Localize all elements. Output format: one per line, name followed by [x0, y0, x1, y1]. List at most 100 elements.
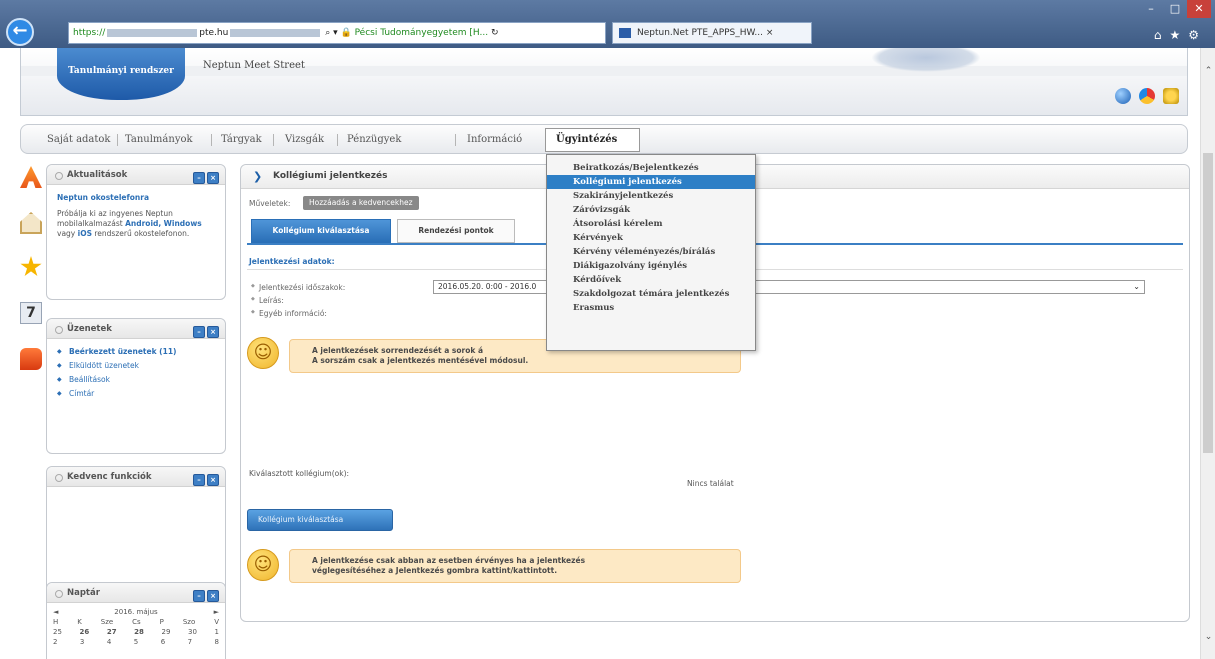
dropdown-item-requests[interactable]: Kérvények	[547, 231, 755, 245]
calendar-day[interactable]: 3	[80, 637, 84, 647]
browser-icons: ⌂★⚙	[1154, 28, 1207, 42]
dropdown-item-registration[interactable]: Beiratkozás/Bejelentkezés	[547, 161, 755, 175]
globe-icon[interactable]	[1115, 88, 1131, 104]
calendar-box-title: Naptár – ×	[47, 583, 225, 603]
calendar-day[interactable]: 5	[134, 637, 138, 647]
weekday: Szo	[182, 618, 196, 626]
calendar-day[interactable]: 8	[215, 637, 219, 647]
directory-link[interactable]: Címtár	[57, 389, 215, 399]
font-size-icon[interactable]	[20, 166, 42, 188]
calendar-day[interactable]: 1	[214, 627, 218, 637]
page-scrollbar[interactable]: ⌃ ⌄	[1200, 48, 1215, 659]
minimize-box-icon[interactable]: –	[193, 590, 205, 602]
chat-bubble-icon[interactable]	[20, 348, 42, 370]
notice-sorting-line2: A sorszám csak a jelentkezés mentésével …	[312, 356, 529, 365]
section-title: Jelentkezési adatok:	[249, 257, 335, 266]
select-dormitory-button[interactable]: Kollégium kiválasztása	[247, 509, 393, 531]
menu-item-subjects[interactable]: Tárgyak	[221, 134, 262, 145]
menu-item-finances[interactable]: Pénzügyek	[347, 134, 401, 145]
calendar-day[interactable]: 25	[53, 627, 62, 637]
messages-box-title: Üzenetek – ×	[47, 319, 225, 339]
warning-icon[interactable]	[1163, 88, 1179, 104]
weekday: P	[159, 618, 164, 626]
calendar-day[interactable]: 30	[188, 627, 197, 637]
period-select[interactable]: 2016.05.20. 0:00 - 2016.0 ⌄	[433, 280, 1145, 294]
calendar-prev-icon[interactable]: ◄	[53, 607, 58, 617]
menu-separator	[337, 134, 338, 146]
favorites-star-icon[interactable]	[20, 256, 42, 277]
menu-item-information[interactable]: Információ	[467, 134, 522, 145]
scrollbar-thumb[interactable]	[1203, 153, 1213, 453]
chevron-down-icon: ⌄	[1133, 282, 1140, 291]
calendar-day[interactable]: 7	[188, 637, 192, 647]
news-text-3: rendszerű okostelefonon.	[94, 229, 190, 238]
home-icon[interactable]: ⌂	[1154, 28, 1170, 42]
calendar-day[interactable]: 4	[107, 637, 111, 647]
inbox-link[interactable]: Beérkezett üzenetek (11)	[57, 347, 215, 357]
home-icon[interactable]	[20, 212, 42, 234]
close-box-icon[interactable]: ×	[207, 326, 219, 338]
window-controls: – □ ✕	[1139, 0, 1215, 20]
dropdown-item-erasmus[interactable]: Erasmus	[547, 301, 755, 315]
dropdown-item-request-review[interactable]: Kérvény véleményezés/bírálás	[547, 245, 755, 259]
address-bar[interactable]: https:// pte.hu ⌕ ▾ 🔒 Pécsi Tudományegyet…	[68, 22, 606, 44]
calendar-grid: ◄ 2016. május ► H K Sze Cs P Szo V 25 26 27 28 29 3…	[47, 603, 225, 647]
tab-close-icon[interactable]: ×	[766, 28, 774, 38]
favorites-box-title: Kedvenc funkciók – ×	[47, 467, 225, 487]
minimize-icon[interactable]: –	[1139, 0, 1163, 18]
address-blurred	[107, 28, 198, 37]
calendar-title-text: Naptár	[67, 588, 100, 598]
dropdown-item-dormitory-application[interactable]: Kollégiumi jelentkezés	[547, 175, 755, 189]
calendar-weekdays: H K Sze Cs P Szo V	[47, 617, 225, 627]
refresh-icon[interactable]: ↻	[491, 28, 499, 38]
calendar-icon[interactable]: 7	[20, 302, 42, 324]
tab-dormitory-select[interactable]: Kollégium kiválasztása	[251, 219, 391, 243]
calendar-day[interactable]: 6	[161, 637, 165, 647]
browser-tab[interactable]: Neptun.Net PTE_APPS_HW... ×	[612, 22, 812, 44]
close-box-icon[interactable]: ×	[207, 590, 219, 602]
dropdown-item-final-exams[interactable]: Záróvizsgák	[547, 203, 755, 217]
dropdown-item-specialization[interactable]: Szakirányjelentkezés	[547, 189, 755, 203]
smiley-icon: ☺	[247, 337, 279, 369]
star-icon[interactable]: ★	[1169, 28, 1188, 42]
maximize-icon[interactable]: □	[1163, 0, 1187, 18]
close-icon[interactable]: ✕	[1187, 0, 1211, 18]
menu-item-administration[interactable]: Ügyintézés	[545, 128, 640, 152]
calendar-day[interactable]: 29	[161, 627, 170, 637]
notice-validity-line2: véglegesítéséhez a Jelentkezés gombra ka…	[312, 566, 558, 575]
messages-box: Üzenetek –× Beérkezett üzenetek (11) Elk…	[46, 318, 226, 454]
news-headline[interactable]: Neptun okostelefonra	[57, 193, 215, 203]
settings-link[interactable]: Beállítások	[57, 375, 215, 385]
dropdown-item-student-card[interactable]: Diákigazolvány igénylés	[547, 259, 755, 273]
dropdown-item-thesis-topic[interactable]: Szakdolgozat témára jelentkezés	[547, 287, 755, 301]
gear-icon[interactable]: ⚙	[1188, 28, 1207, 42]
calendar-day[interactable]: 26	[80, 627, 90, 637]
close-box-icon[interactable]: ×	[207, 172, 219, 184]
dropdown-item-questionnaires[interactable]: Kérdőívek	[547, 273, 755, 287]
sent-link[interactable]: Elküldött üzenetek	[57, 361, 215, 371]
header-strip	[21, 66, 1187, 76]
logo[interactable]: Tanulmányi rendszer	[57, 48, 185, 100]
close-box-icon[interactable]: ×	[207, 474, 219, 486]
color-wheel-icon[interactable]	[1139, 88, 1155, 104]
calendar-next-icon[interactable]: ►	[214, 607, 219, 617]
no-result-text: Nincs találat	[687, 479, 734, 488]
calendar-day[interactable]: 28	[134, 627, 144, 637]
menu-item-own-data[interactable]: Saját adatok	[47, 134, 111, 145]
calendar-day[interactable]: 27	[107, 627, 117, 637]
tab-ranking-points[interactable]: Rendezési pontok	[397, 219, 515, 243]
menu-item-exams[interactable]: Vizsgák	[285, 134, 324, 145]
back-arrow-icon[interactable]: ←	[6, 18, 34, 46]
minimize-box-icon[interactable]: –	[193, 172, 205, 184]
minimize-box-icon[interactable]: –	[193, 474, 205, 486]
lock-icon[interactable]: 🔒	[340, 28, 351, 38]
search-icon[interactable]: ⌕ ▾	[325, 28, 340, 38]
add-to-favorites-button[interactable]: Hozzáadás a kedvencekhez	[303, 196, 419, 210]
chevron-down-icon[interactable]: ⌄	[1201, 632, 1215, 642]
chevron-up-icon[interactable]: ⌃	[1201, 66, 1215, 76]
menu-item-studies[interactable]: Tanulmányok	[125, 134, 193, 145]
calendar-day[interactable]: 2	[53, 637, 57, 647]
dropdown-item-transfer-request[interactable]: Átsorolási kérelem	[547, 217, 755, 231]
messages-body: Beérkezett üzenetek (11) Elküldött üzene…	[47, 339, 225, 411]
minimize-box-icon[interactable]: –	[193, 326, 205, 338]
